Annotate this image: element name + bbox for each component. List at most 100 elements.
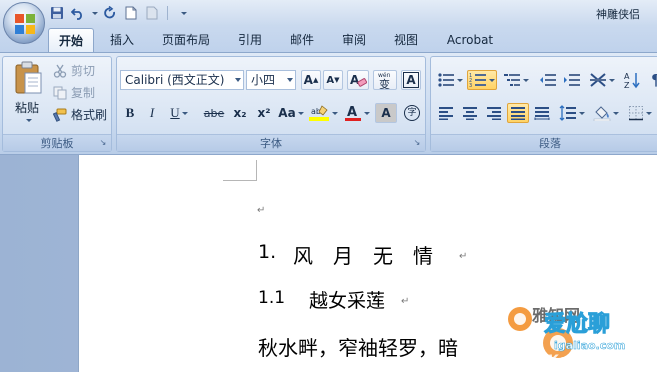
paragraph-mark: ↵ [459, 251, 468, 262]
strikethrough-button[interactable]: abe [201, 103, 227, 123]
tab-acrobat[interactable]: Acrobat [438, 28, 502, 52]
chevron-down-icon [489, 78, 495, 82]
save-button[interactable] [48, 4, 66, 22]
borders-button[interactable] [625, 103, 655, 123]
justify-button[interactable] [507, 103, 529, 123]
paragraph-group-label: 段落 [431, 134, 657, 151]
clipboard-dialog-launcher[interactable]: ↘ [98, 138, 108, 148]
heading2-text: 越女采莲 [309, 290, 386, 312]
font-name-dropdown[interactable]: Calibri (西文正文) [120, 70, 244, 90]
sort-button[interactable]: A Z [621, 70, 643, 90]
customize-qat-button[interactable] [174, 4, 192, 22]
character-shading-button[interactable]: A [375, 103, 397, 123]
tab-view[interactable]: 视图 [384, 28, 428, 52]
paste-icon [15, 61, 42, 94]
italic-button[interactable]: I [143, 103, 161, 123]
numbered-list-icon: 1 2 3 [469, 73, 486, 88]
format-painter-label: 格式刷 [71, 108, 108, 122]
align-right-icon [487, 107, 501, 120]
distributed-icon [534, 107, 550, 120]
distributed-button[interactable] [531, 103, 553, 123]
chevron-down-icon [287, 78, 293, 82]
multilevel-list-button[interactable] [501, 70, 531, 90]
underline-button[interactable]: U [165, 103, 193, 123]
phonetic-guide-button[interactable]: wén 变 [373, 70, 397, 90]
new-document-button[interactable] [122, 4, 140, 22]
superscript-button[interactable]: x² [253, 103, 275, 123]
svg-text:Z: Z [624, 81, 630, 89]
title-bar: 神雕侠侣 [0, 0, 657, 26]
align-right-button[interactable] [483, 103, 505, 123]
tab-references[interactable]: 引用 [228, 28, 272, 52]
tab-mailings[interactable]: 邮件 [280, 28, 324, 52]
enclose-characters-icon: 字 [404, 105, 420, 121]
line-spacing-button[interactable] [557, 103, 587, 123]
font-size-dropdown[interactable]: 小四 [246, 70, 296, 90]
chevron-down-icon [457, 78, 463, 82]
site-watermark: 雅知网 爱尬聊 igaliao.com qKoufu.com [498, 297, 657, 372]
bullets-button[interactable] [435, 70, 465, 90]
chevron-down-icon [297, 111, 304, 115]
shrink-font-icon: A [326, 74, 335, 86]
align-left-icon [439, 107, 453, 120]
chevron-down-icon [646, 111, 652, 115]
tab-home[interactable]: 开始 [48, 28, 94, 52]
shrink-font-button[interactable]: A ▼ [323, 70, 343, 90]
decrease-indent-button[interactable] [537, 70, 559, 90]
tab-review[interactable]: 审阅 [332, 28, 376, 52]
undo-button[interactable] [69, 4, 87, 22]
font-color-icon: A [345, 105, 361, 121]
phonetic-guide-icon: wén 变 [378, 72, 391, 89]
bullet-list-icon [438, 73, 454, 87]
tab-insert[interactable]: 插入 [100, 28, 144, 52]
bold-button[interactable]: B [121, 103, 139, 123]
justify-icon [511, 107, 525, 120]
asian-layout-button[interactable] [587, 70, 617, 90]
align-left-button[interactable] [435, 103, 457, 123]
svg-text:A: A [347, 105, 357, 120]
line-spacing-icon [559, 105, 576, 121]
show-hide-marks-button[interactable]: ¶ [645, 70, 657, 90]
print-preview-button[interactable] [143, 4, 161, 22]
tab-page-layout[interactable]: 页面布局 [152, 28, 220, 52]
chevron-down-icon [523, 78, 529, 82]
decrease-indent-icon [540, 74, 556, 86]
body-line: 秋水畔，窄袖轻罗，暗 [258, 336, 458, 360]
undo-dropdown-icon[interactable] [92, 11, 98, 15]
format-painter-icon [53, 108, 67, 122]
clear-formatting-button[interactable]: A [347, 70, 369, 90]
redo-button[interactable] [101, 4, 119, 22]
paste-button[interactable]: 粘贴 [7, 59, 49, 131]
align-center-button[interactable] [459, 103, 481, 123]
font-dialog-launcher[interactable]: ↘ [412, 138, 422, 148]
paragraph-mark: ↵ [401, 296, 410, 307]
font-color-button[interactable]: A [341, 103, 373, 123]
repeat-icon [104, 6, 115, 19]
sort-icon: A Z [624, 72, 640, 89]
subscript-button[interactable]: x₂ [229, 103, 251, 123]
paragraph-mark: ↵ [257, 205, 266, 216]
margin-corner-mark [223, 180, 257, 181]
numbering-button[interactable]: 1 2 3 [467, 70, 497, 90]
copy-label: 复制 [71, 86, 96, 100]
svg-text:3: 3 [469, 83, 472, 88]
watermark-logo-icon: 雅知网 爱尬聊 igaliao.com qKoufu.com [508, 306, 632, 369]
office-button[interactable] [3, 2, 45, 44]
shading-button[interactable] [591, 103, 621, 123]
copy-button[interactable]: 复制 [53, 84, 95, 101]
character-border-icon: A [403, 72, 419, 88]
format-painter-button[interactable]: 格式刷 [53, 106, 107, 123]
increase-indent-button[interactable] [561, 70, 583, 90]
enclose-characters-button[interactable]: 字 [401, 103, 423, 123]
grow-font-button[interactable]: A ▲ [301, 70, 321, 90]
multilevel-list-icon [504, 74, 520, 86]
watermark-brand: 爱尬聊 [544, 311, 610, 337]
character-border-button[interactable]: A [401, 70, 421, 90]
office-logo-icon [15, 14, 35, 34]
highlight-button[interactable]: ab [307, 103, 339, 123]
new-document-icon [125, 6, 137, 20]
change-case-button[interactable]: Aa [277, 103, 305, 123]
clear-formatting-icon: A [350, 73, 367, 87]
cut-button[interactable]: 剪切 [53, 62, 95, 79]
ribbon-tabs: 开始 插入 页面布局 引用 邮件 审阅 视图 Acrobat [0, 26, 657, 52]
